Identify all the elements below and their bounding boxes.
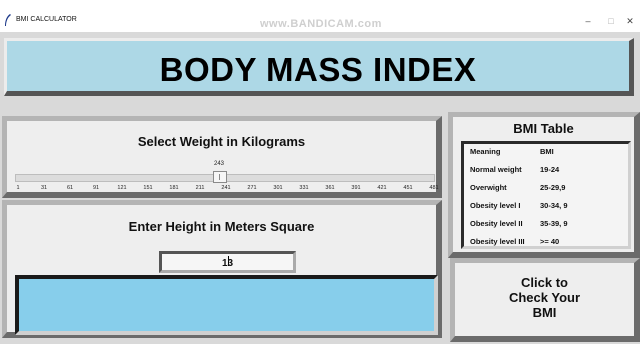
feather-icon bbox=[5, 14, 11, 26]
table-cell-bmi: 25-29,9 bbox=[540, 183, 566, 192]
table-row: Obesity level III >= 40 bbox=[470, 237, 630, 249]
table-row: Obesity level II 35-39, 9 bbox=[470, 219, 630, 231]
table-cell-meaning: Obesity level I bbox=[470, 201, 521, 210]
bmi-table-title: BMI Table bbox=[513, 121, 574, 136]
check-bmi-button[interactable]: Click to Check Your BMI bbox=[450, 258, 640, 342]
header-frame: BODY MASS INDEX bbox=[0, 36, 640, 102]
height-input[interactable]: 13 bbox=[159, 251, 296, 273]
height-panel: Enter Height in Meters Square 13 bbox=[2, 200, 442, 338]
table-row: Normal weight 19-24 bbox=[470, 165, 630, 177]
watermark: www.BANDICAM.com bbox=[260, 18, 382, 30]
table-cell-meaning: Overwight bbox=[470, 183, 507, 192]
close-button[interactable]: ✕ bbox=[620, 14, 640, 28]
table-cell-bmi: 30-34, 9 bbox=[540, 201, 568, 210]
bmi-table: Meaning BMI Normal weight 19-24 Overwight 25-… bbox=[461, 141, 631, 249]
table-row: Overwight 25-29,9 bbox=[470, 183, 630, 195]
bmi-result-display bbox=[15, 275, 438, 335]
height-heading: Enter Height in Meters Square bbox=[128, 219, 315, 234]
weight-heading: Select Weight in Kilograms bbox=[137, 134, 306, 149]
table-cell-meaning: Meaning bbox=[470, 147, 501, 156]
header-banner: BODY MASS INDEX bbox=[4, 38, 634, 96]
slider-value: 243 bbox=[214, 161, 225, 167]
maximize-button[interactable]: □ bbox=[601, 14, 621, 28]
table-cell-bmi: 35-39, 9 bbox=[540, 219, 568, 228]
table-cell-bmi: 19-24 bbox=[540, 165, 560, 174]
check-bmi-button-label: Click to Check Your BMI bbox=[508, 275, 581, 320]
table-cell-bmi: >= 40 bbox=[540, 237, 560, 246]
table-row: Obesity level I 30-34, 9 bbox=[470, 201, 630, 213]
minimize-button[interactable]: – bbox=[578, 14, 598, 28]
bmi-table-panel: BMI Table Meaning BMI Normal weight 19-24 Ov… bbox=[448, 112, 640, 258]
slider-tick-label: 481 bbox=[429, 185, 439, 191]
table-cell-meaning: Normal weight bbox=[470, 165, 522, 174]
window-title: BMI CALCULATOR bbox=[16, 16, 77, 23]
weight-slider-thumb[interactable] bbox=[213, 171, 227, 183]
table-cell-meaning: Obesity level II bbox=[470, 219, 523, 228]
title-bar: BMI CALCULATOR www.BANDICAM.com – □ ✕ bbox=[0, 0, 640, 30]
table-cell-bmi: BMI bbox=[540, 147, 554, 156]
page-title: BODY MASS INDEX bbox=[159, 51, 477, 88]
height-input-value: 13 bbox=[221, 258, 234, 269]
table-cell-meaning: Obesity level III bbox=[470, 237, 525, 246]
table-row: Meaning BMI bbox=[470, 147, 630, 159]
weight-panel: Select Weight in Kilograms 243 1 31 61 91 12… bbox=[2, 116, 442, 198]
